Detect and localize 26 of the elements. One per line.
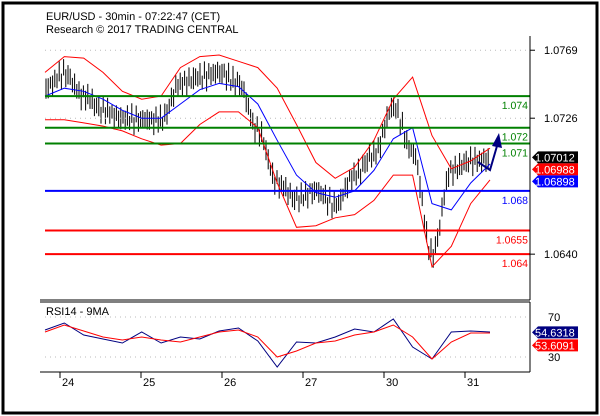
level-label: 1.074 (502, 100, 528, 112)
rsi-title: RSI14 - 9MA (46, 306, 109, 318)
level-label: 1.072 (502, 132, 528, 144)
price-tag-label: 1.06898 (535, 176, 575, 188)
rsi-axis-label: 30 (548, 352, 560, 364)
day-label: 30 (386, 377, 398, 389)
day-label: 25 (143, 377, 156, 389)
level-label: 1.068 (502, 194, 528, 207)
level-label: 1.0655 (496, 234, 528, 246)
rsi-tag-label: 54.6318 (535, 327, 575, 340)
rsi-axis-label: 70 (548, 312, 560, 324)
day-label: 27 (305, 377, 318, 389)
level-label: 1.071 (502, 148, 528, 160)
price-axis-label: 1.0640 (544, 249, 578, 262)
price-axis-label: 1.0769 (544, 45, 578, 58)
chart-title: EUR/USD - 30min - 07:22:47 (CET) (46, 11, 220, 23)
level-label: 1.064 (502, 258, 528, 270)
day-label: 26 (224, 377, 236, 389)
forecast-arrow (477, 133, 502, 172)
price-axis-label: 1.0726 (544, 113, 578, 126)
chart-subtitle: Research © 2017 TRADING CENTRAL (46, 24, 239, 36)
price-tag-label: 1.07012 (535, 152, 575, 164)
day-label: 31 (467, 377, 480, 389)
day-label: 24 (62, 377, 74, 389)
rsi-tag-label: 53.6091 (535, 340, 575, 352)
price-tag-label: 1.06988 (535, 164, 575, 176)
